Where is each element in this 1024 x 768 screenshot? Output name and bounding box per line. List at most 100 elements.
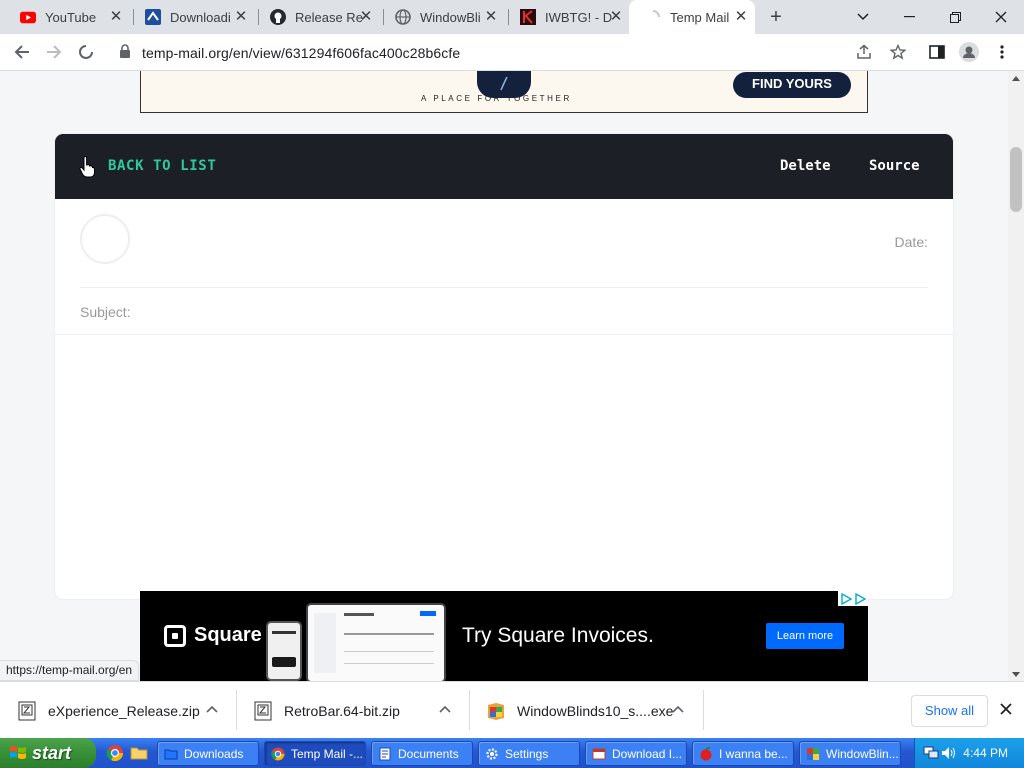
close-tab-icon[interactable]: ✕ bbox=[733, 9, 749, 25]
task-temp-mail[interactable]: Temp Mail -... bbox=[264, 741, 366, 766]
ad-tagline: Try Square Invoices. bbox=[462, 624, 654, 647]
loading-spinner-icon bbox=[645, 9, 661, 25]
folder-icon bbox=[164, 749, 178, 759]
share-icon bbox=[857, 44, 871, 59]
forward-button[interactable] bbox=[40, 38, 68, 66]
scroll-up-arrow[interactable] bbox=[1008, 71, 1024, 85]
tab-release[interactable]: Release Re ✕ bbox=[254, 0, 380, 34]
close-shelf-button[interactable] bbox=[996, 699, 1016, 719]
tab-temp-mail[interactable]: Temp Mail ✕ bbox=[629, 0, 755, 34]
chevron-down-icon bbox=[857, 13, 869, 21]
volume-icon[interactable] bbox=[941, 746, 957, 760]
download-filename: eXperience_Release.zip bbox=[48, 702, 200, 719]
stop-loading-button[interactable] bbox=[72, 38, 100, 66]
minimize-icon bbox=[903, 16, 915, 18]
restore-button[interactable] bbox=[932, 0, 978, 34]
hand-pointer-icon bbox=[79, 156, 95, 178]
start-button[interactable]: start bbox=[0, 738, 96, 768]
download-shelf: eXperience_Release.zip RetroBar.64-bit.z… bbox=[0, 681, 1024, 738]
tab-strip: YouTube ✕ Downloadi ✕ Release Re ✕ Windo… bbox=[0, 0, 1024, 34]
zip-archive-icon bbox=[18, 701, 36, 720]
ad-cta-button[interactable]: FIND YOURS bbox=[733, 72, 851, 98]
task-documents[interactable]: Documents bbox=[371, 741, 473, 766]
taskbar: start Downloads Temp Mail -... Documents… bbox=[0, 738, 1024, 768]
folder-icon[interactable] bbox=[130, 744, 148, 762]
address-bar[interactable]: temp-mail.org/en/view/631294f606fac400c2… bbox=[108, 37, 918, 67]
chevron-up-icon[interactable] bbox=[437, 702, 453, 718]
tab-iwbtg[interactable]: IWBTG! - D ✕ bbox=[504, 0, 630, 34]
download-item[interactable]: WindowBlinds10_s....exe bbox=[469, 682, 703, 739]
tab-windowblinds[interactable]: WindowBli ✕ bbox=[379, 0, 505, 34]
more-vert-icon bbox=[1000, 45, 1004, 59]
tab-downloading[interactable]: Downloadi ✕ bbox=[129, 0, 255, 34]
task-downloads[interactable]: Downloads bbox=[157, 741, 259, 766]
close-tab-icon[interactable]: ✕ bbox=[483, 9, 499, 25]
learn-more-button[interactable]: Learn more bbox=[766, 623, 844, 649]
minimize-button[interactable] bbox=[886, 0, 932, 34]
profile-button[interactable] bbox=[955, 38, 983, 66]
link-status-bar: https://temp-mail.org/en bbox=[0, 660, 140, 681]
task-download[interactable]: Download I... bbox=[585, 741, 687, 766]
download-item[interactable]: eXperience_Release.zip bbox=[0, 682, 236, 739]
close-tab-icon[interactable]: ✕ bbox=[108, 9, 124, 25]
triangle-down-icon bbox=[1012, 671, 1020, 677]
chrome-icon[interactable] bbox=[106, 744, 124, 762]
chevron-up-icon[interactable] bbox=[204, 702, 220, 718]
zip-archive-icon bbox=[254, 701, 272, 720]
gear-icon bbox=[486, 747, 498, 760]
close-tab-icon[interactable]: ✕ bbox=[608, 9, 624, 25]
tab-search-button[interactable] bbox=[840, 0, 886, 34]
new-tab-button[interactable]: + bbox=[765, 7, 787, 27]
task-i-wanna-be[interactable]: I wanna be... bbox=[692, 741, 794, 766]
tab-youtube[interactable]: YouTube ✕ bbox=[4, 0, 130, 34]
square-logo-icon bbox=[164, 625, 186, 647]
tab-title: Release Re bbox=[295, 9, 363, 25]
back-to-list-link[interactable]: BACK TO LIST bbox=[108, 158, 216, 174]
menu-button[interactable] bbox=[988, 38, 1016, 66]
source-button[interactable]: Source bbox=[869, 158, 920, 174]
close-icon bbox=[1000, 703, 1012, 715]
avatar-icon bbox=[959, 42, 979, 62]
show-all-button[interactable]: Show all bbox=[911, 695, 988, 727]
close-tab-icon[interactable]: ✕ bbox=[358, 9, 374, 25]
installer-icon bbox=[488, 702, 504, 720]
youtube-icon bbox=[20, 9, 36, 25]
feather-icon bbox=[500, 76, 508, 91]
top-advertisement[interactable]: A PLACE FOR TOGETHER FIND YOURS bbox=[140, 71, 868, 113]
clock[interactable]: 4:44 PM bbox=[963, 746, 1008, 760]
scroll-thumb[interactable] bbox=[1010, 147, 1022, 212]
tab-title: Downloadi bbox=[170, 9, 231, 25]
play-triangle-icon bbox=[841, 592, 852, 605]
download-item[interactable]: RetroBar.64-bit.zip bbox=[236, 682, 469, 739]
tab-title: IWBTG! - D bbox=[545, 9, 613, 25]
triangle-up-icon bbox=[1012, 75, 1020, 81]
task-settings[interactable]: Settings bbox=[478, 741, 580, 766]
close-tab-icon[interactable]: ✕ bbox=[233, 9, 249, 25]
restore-icon bbox=[949, 11, 961, 23]
windows-flag-icon bbox=[10, 746, 26, 759]
bookmark-button[interactable] bbox=[884, 38, 912, 66]
globe-icon bbox=[395, 9, 411, 25]
arrow-right-icon bbox=[47, 45, 62, 59]
share-button[interactable] bbox=[850, 38, 878, 66]
side-panel-button[interactable] bbox=[923, 38, 951, 66]
loading-spinner-icon bbox=[79, 45, 93, 59]
adchoices-icon[interactable] bbox=[838, 591, 868, 606]
tablet-illustration bbox=[306, 603, 446, 681]
delete-button[interactable]: Delete bbox=[780, 158, 831, 174]
windowblinds-icon bbox=[807, 747, 819, 760]
tab-title: WindowBli bbox=[420, 9, 481, 25]
back-button[interactable] bbox=[8, 38, 36, 66]
close-window-button[interactable] bbox=[978, 0, 1024, 34]
close-icon bbox=[995, 11, 1007, 23]
page-scrollbar[interactable] bbox=[1008, 71, 1024, 681]
scroll-down-arrow[interactable] bbox=[1008, 667, 1024, 681]
document-icon bbox=[379, 747, 391, 760]
download-filename: WindowBlinds10_s....exe bbox=[517, 702, 674, 719]
task-windowblinds[interactable]: WindowBlin... bbox=[799, 741, 901, 766]
bottom-advertisement[interactable]: Square Try Square Invoices. Learn more bbox=[140, 591, 868, 681]
date-label: Date: bbox=[894, 234, 928, 250]
chevron-up-icon[interactable] bbox=[670, 702, 686, 718]
network-icon[interactable] bbox=[923, 746, 939, 760]
download-site-icon bbox=[145, 9, 161, 25]
